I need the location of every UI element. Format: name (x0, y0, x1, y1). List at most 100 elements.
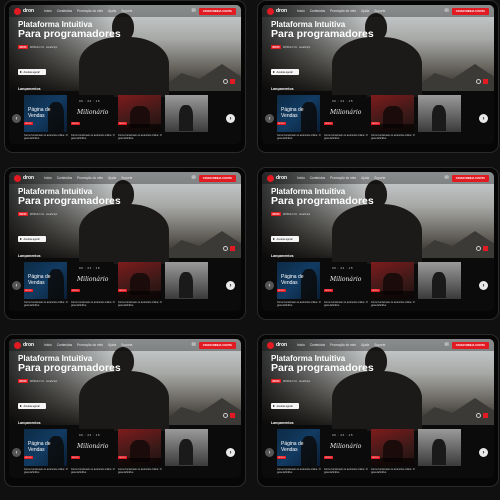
course-card[interactable] (165, 429, 208, 466)
watch-now-button[interactable]: Assista agora! (271, 236, 299, 242)
course-card[interactable]: Página de Vendas (24, 95, 67, 132)
course-card[interactable] (118, 95, 161, 132)
nav-link-suporte[interactable]: Suporte (121, 9, 132, 13)
nav-link-suporte[interactable]: Suporte (374, 176, 385, 180)
bell-icon[interactable]: ✉ (445, 175, 449, 181)
watch-now-button[interactable]: Assista agora! (18, 403, 46, 409)
brand-logo[interactable]: dron (267, 7, 287, 15)
course-card[interactable]: 00 : 24 : 15 Milionário (324, 262, 367, 299)
course-card[interactable] (371, 429, 414, 466)
carousel-prev-button[interactable]: ‹ (12, 114, 21, 123)
course-card[interactable]: Página de Vendas (24, 262, 67, 299)
carousel-next-button[interactable]: › (226, 281, 235, 290)
nav-link-suporte[interactable]: Suporte (374, 9, 385, 13)
course-card[interactable] (418, 429, 461, 466)
course-card[interactable]: Página de Vendas (277, 429, 320, 466)
course-card[interactable] (118, 262, 161, 299)
nav-link-ajuda[interactable]: Ajuda (361, 176, 369, 180)
nav-link-conteudos[interactable]: Conteúdos (57, 176, 72, 180)
course-card[interactable]: Página de Vendas (277, 262, 320, 299)
nav-link-conteudos[interactable]: Conteúdos (57, 343, 72, 347)
new-badge: NOVO (371, 122, 380, 125)
nav-link-inicio[interactable]: Início (44, 9, 52, 13)
create-account-button[interactable]: CRIAR MINHA CONTA (198, 7, 236, 15)
nav-link-promocao[interactable]: Promoção do mês (77, 176, 103, 180)
course-card[interactable]: 00 : 24 : 15 Milionário (324, 429, 367, 466)
create-account-button[interactable]: CRIAR MINHA CONTA (451, 341, 489, 349)
course-card[interactable] (118, 429, 161, 466)
carousel-next-button[interactable]: › (479, 281, 488, 290)
nav-link-ajuda[interactable]: Ajuda (108, 343, 116, 347)
nav-link-promocao[interactable]: Promoção do mês (330, 343, 356, 347)
course-card[interactable]: Página de Vendas (24, 429, 67, 466)
create-account-button[interactable]: CRIAR MINHA CONTA (451, 174, 489, 182)
course-card[interactable] (371, 262, 414, 299)
carousel-next-button[interactable]: › (226, 448, 235, 457)
carousel-prev-button[interactable]: ‹ (265, 448, 274, 457)
bell-icon[interactable]: ✉ (445, 342, 449, 348)
nav-link-conteudos[interactable]: Conteúdos (310, 176, 325, 180)
brand-logo[interactable]: dron (267, 174, 287, 182)
course-card[interactable] (418, 95, 461, 132)
create-account-button[interactable]: CRIAR MINHA CONTA (198, 174, 236, 182)
volume-icon[interactable] (223, 413, 228, 418)
carousel-next-button[interactable]: › (226, 114, 235, 123)
bell-icon[interactable]: ✉ (192, 342, 196, 348)
create-account-button[interactable]: CRIAR MINHA CONTA (198, 341, 236, 349)
course-card[interactable] (165, 95, 208, 132)
nav-link-inicio[interactable]: Início (44, 343, 52, 347)
nav-link-suporte[interactable]: Suporte (374, 343, 385, 347)
carousel-next-button[interactable]: › (479, 448, 488, 457)
course-card[interactable] (418, 262, 461, 299)
nav-link-promocao[interactable]: Promoção do mês (77, 9, 103, 13)
nav-link-ajuda[interactable]: Ajuda (108, 176, 116, 180)
carousel-prev-button[interactable]: ‹ (265, 114, 274, 123)
bell-icon[interactable]: ✉ (192, 8, 196, 14)
course-card[interactable] (371, 95, 414, 132)
brand-logo[interactable]: dron (14, 174, 34, 182)
volume-icon[interactable] (476, 79, 481, 84)
volume-icon[interactable] (223, 79, 228, 84)
nav-link-inicio[interactable]: Início (297, 176, 305, 180)
nav-link-ajuda[interactable]: Ajuda (108, 9, 116, 13)
carousel-prev-button[interactable]: ‹ (12, 448, 21, 457)
bell-icon[interactable]: ✉ (445, 8, 449, 14)
bell-icon[interactable]: ✉ (192, 175, 196, 181)
course-card[interactable]: Página de Vendas (277, 95, 320, 132)
nav-link-promocao[interactable]: Promoção do mês (330, 9, 356, 13)
brand-logo[interactable]: dron (14, 7, 34, 15)
volume-icon[interactable] (223, 246, 228, 251)
nav-link-inicio[interactable]: Início (297, 343, 305, 347)
brand-logo[interactable]: dron (267, 341, 287, 349)
card-caption: Como funcionam os anúncios online: O gui… (371, 468, 415, 474)
course-card[interactable]: 00 : 24 : 15 Milionário (71, 95, 114, 132)
watch-now-button[interactable]: Assista agora! (18, 236, 46, 242)
nav-link-promocao[interactable]: Promoção do mês (330, 176, 356, 180)
watch-now-button[interactable]: Assista agora! (271, 403, 299, 409)
watch-now-button[interactable]: Assista agora! (18, 69, 46, 75)
course-card[interactable]: 00 : 24 : 15 Milionário (71, 262, 114, 299)
nav-link-suporte[interactable]: Suporte (121, 343, 132, 347)
carousel-prev-button[interactable]: ‹ (265, 281, 274, 290)
course-card[interactable] (165, 262, 208, 299)
hero-meta-text: MÓDULO 01 · JavaScript (283, 212, 311, 216)
nav-link-ajuda[interactable]: Ajuda (361, 343, 369, 347)
course-card[interactable]: 00 : 24 : 15 Milionário (71, 429, 114, 466)
nav-link-conteudos[interactable]: Conteúdos (57, 9, 72, 13)
nav-link-ajuda[interactable]: Ajuda (361, 9, 369, 13)
volume-icon[interactable] (476, 246, 481, 251)
carousel-next-button[interactable]: › (479, 114, 488, 123)
volume-icon[interactable] (476, 413, 481, 418)
nav-link-conteudos[interactable]: Conteúdos (310, 343, 325, 347)
create-account-button[interactable]: CRIAR MINHA CONTA (451, 7, 489, 15)
card-title: Página de Vendas (281, 107, 304, 119)
nav-link-suporte[interactable]: Suporte (121, 176, 132, 180)
watch-now-button[interactable]: Assista agora! (271, 69, 299, 75)
course-card[interactable]: 00 : 24 : 15 Milionário (324, 95, 367, 132)
nav-link-promocao[interactable]: Promoção do mês (77, 343, 103, 347)
carousel-prev-button[interactable]: ‹ (12, 281, 21, 290)
brand-logo[interactable]: dron (14, 341, 34, 349)
nav-link-conteudos[interactable]: Conteúdos (310, 9, 325, 13)
nav-link-inicio[interactable]: Início (44, 176, 52, 180)
nav-link-inicio[interactable]: Início (297, 9, 305, 13)
